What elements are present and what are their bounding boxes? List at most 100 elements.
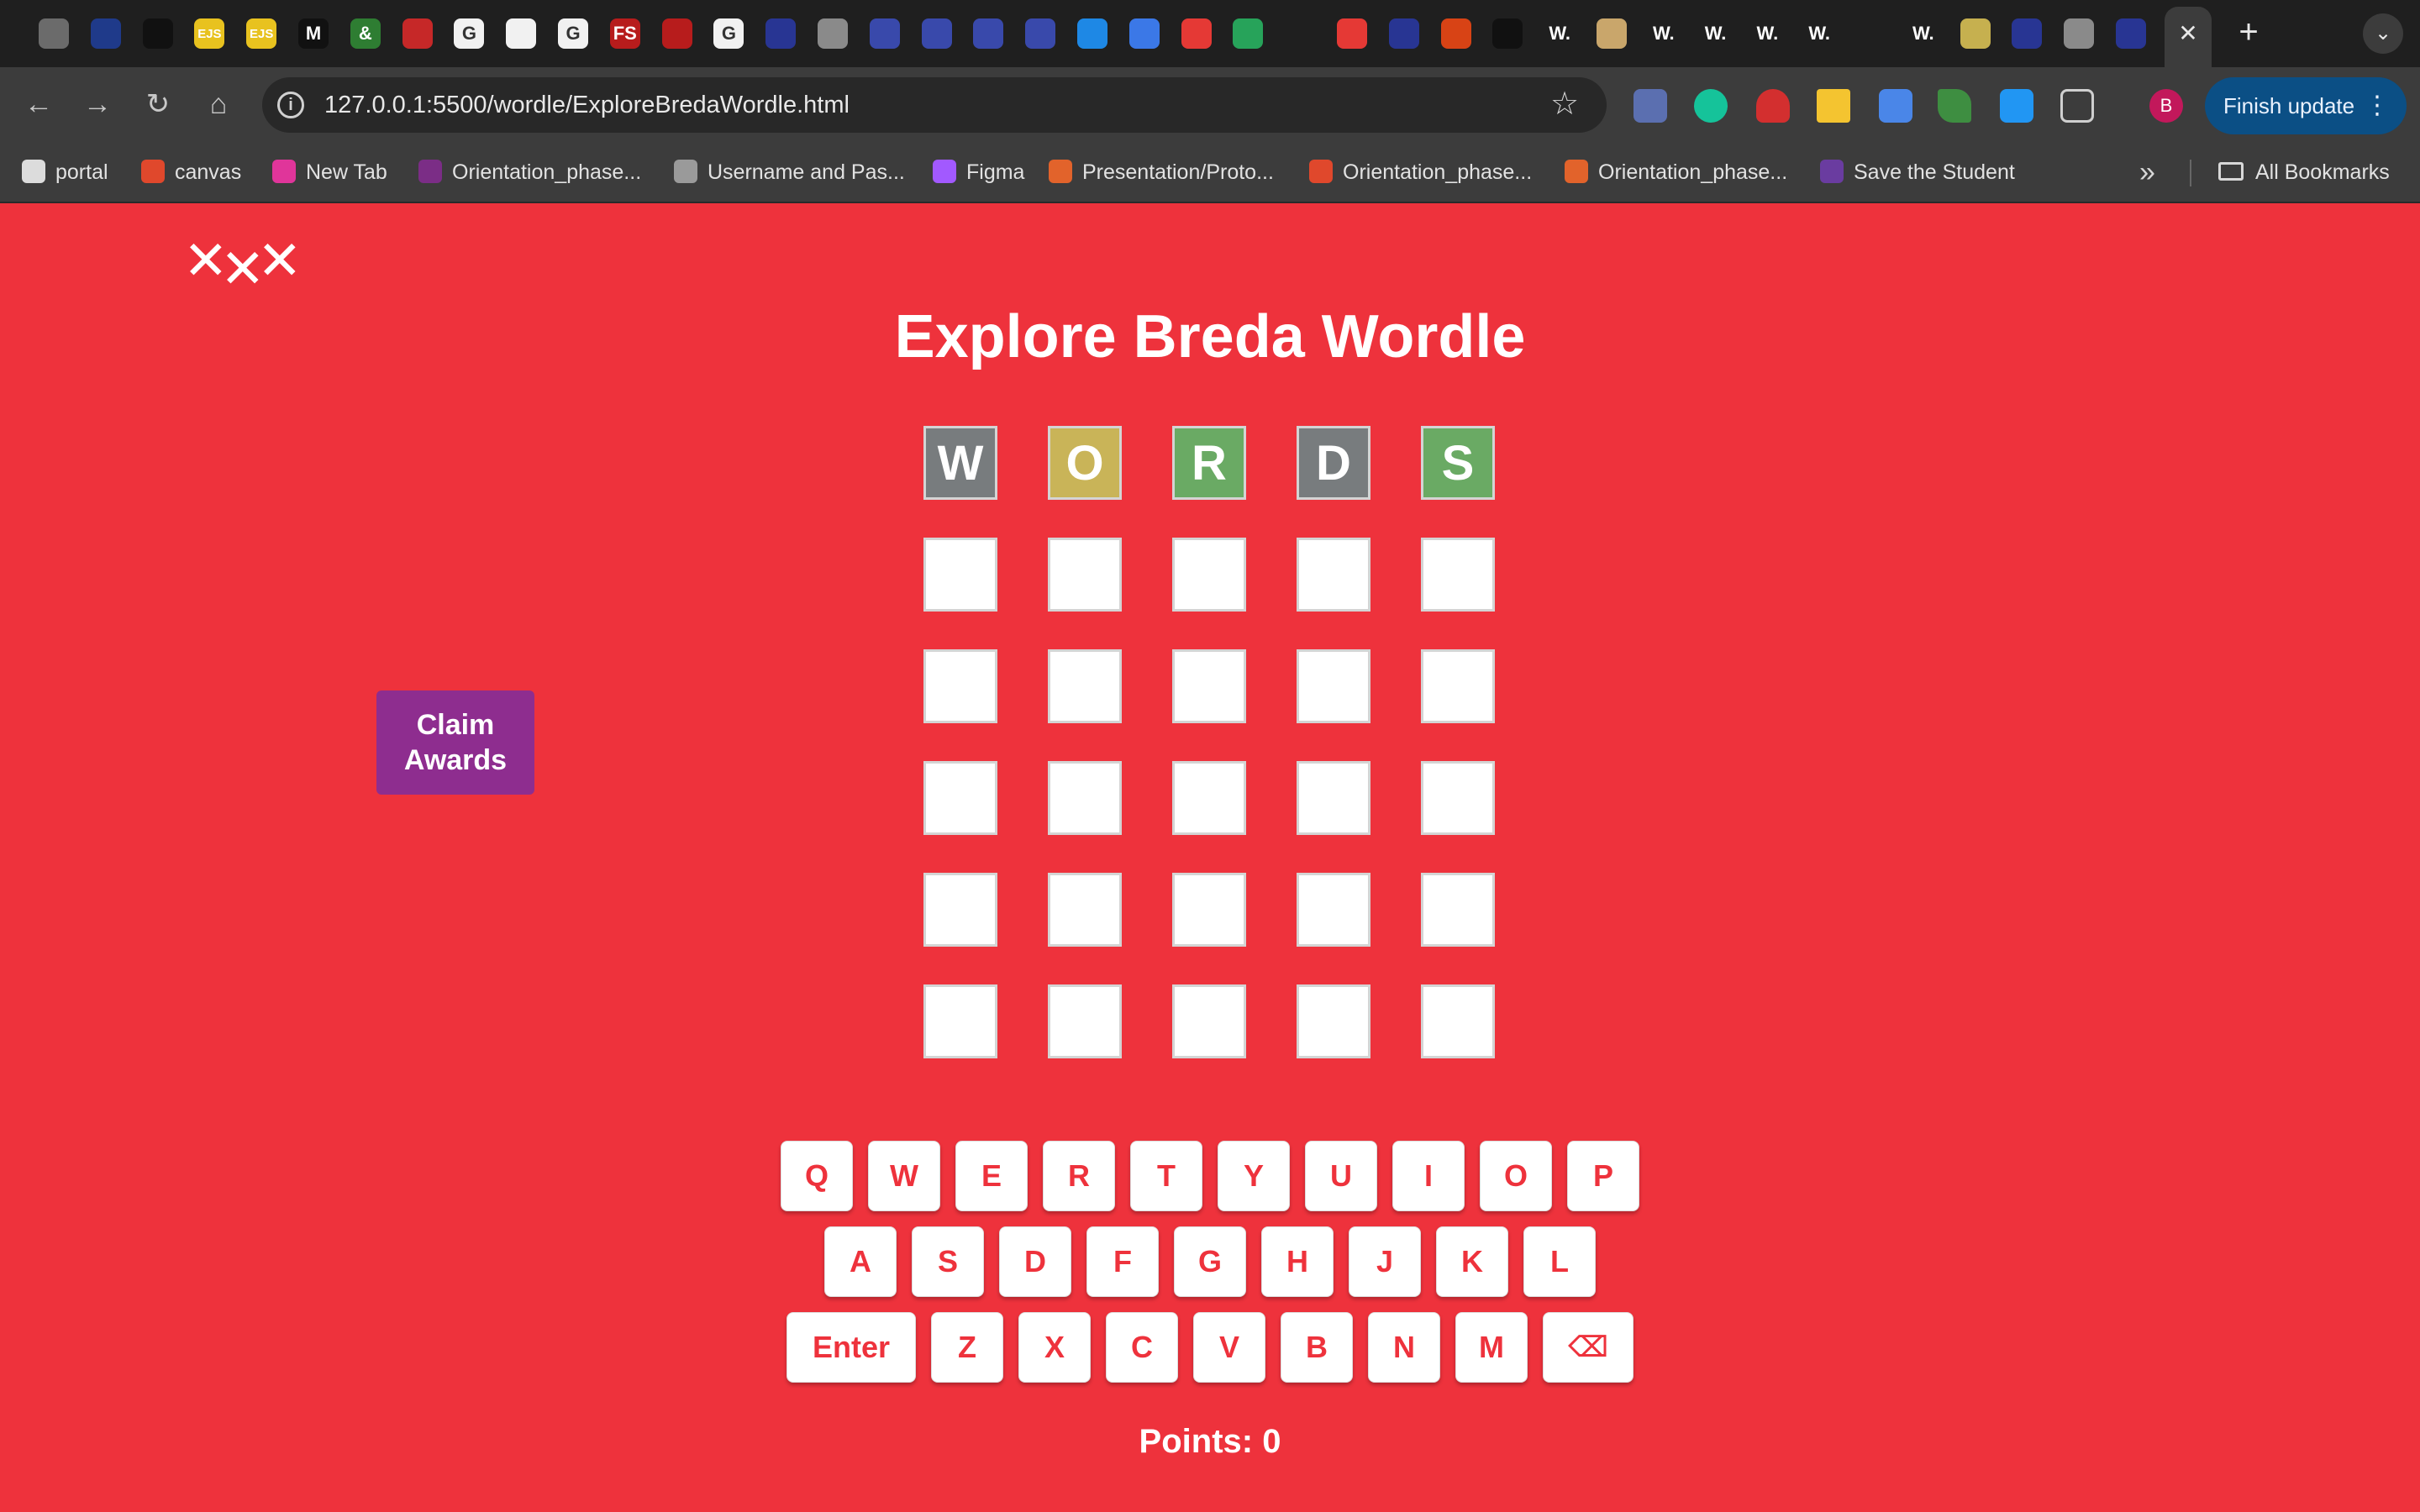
bookmark-star-icon[interactable]: ☆ <box>1548 87 1581 121</box>
key-d[interactable]: D <box>999 1226 1071 1297</box>
tab-favicon-icon[interactable] <box>1597 18 1627 49</box>
bookmark-item[interactable]: Save the Student <box>1820 156 2015 188</box>
key-b[interactable]: B <box>1281 1312 1353 1383</box>
tab-favicon-icon[interactable] <box>869 18 900 49</box>
key-i[interactable]: I <box>1392 1141 1465 1211</box>
tab-favicon-icon[interactable] <box>142 18 173 49</box>
tab-favicon-icon[interactable]: G <box>454 18 485 49</box>
tab-favicon-icon[interactable] <box>661 18 692 49</box>
translate-extension-icon[interactable] <box>1879 89 1912 123</box>
pencil-extension-icon[interactable] <box>1817 89 1850 123</box>
key-a[interactable]: A <box>824 1226 897 1297</box>
tab-favicon-icon[interactable] <box>765 18 797 49</box>
tab-favicon-icon[interactable] <box>1492 18 1523 49</box>
tab-favicon-icon[interactable] <box>1285 18 1315 49</box>
key-v[interactable]: V <box>1193 1312 1265 1383</box>
close-tab-icon[interactable]: ✕ <box>2176 22 2200 45</box>
grammarly-extension-icon[interactable] <box>1694 89 1728 123</box>
tab-favicon-icon[interactable]: W. <box>1908 18 1939 49</box>
tab-favicon-icon[interactable] <box>1128 18 1160 49</box>
bookmark-item[interactable]: portal <box>22 156 108 188</box>
key-o[interactable]: O <box>1480 1141 1552 1211</box>
tab-favicon-icon[interactable] <box>1181 18 1212 49</box>
enter-key[interactable]: Enter <box>786 1312 916 1383</box>
tab-favicon-icon[interactable] <box>2064 18 2095 49</box>
key-l[interactable]: L <box>1523 1226 1596 1297</box>
bookmark-item[interactable]: canvas <box>141 156 241 188</box>
key-x[interactable]: X <box>1018 1312 1091 1383</box>
tab-favicon-icon[interactable]: W. <box>1804 18 1834 49</box>
tab-favicon-icon[interactable] <box>90 18 121 49</box>
tab-favicon-icon[interactable] <box>1233 18 1264 49</box>
key-m[interactable]: M <box>1455 1312 1528 1383</box>
more-bookmarks-chevron-icon[interactable]: » <box>2139 156 2155 188</box>
extensions-puzzle-icon[interactable] <box>2060 89 2094 123</box>
tab-favicon-icon[interactable] <box>2116 18 2146 49</box>
key-s[interactable]: S <box>912 1226 984 1297</box>
address-bar[interactable]: i 127.0.0.1:5500/wordle/ExploreBredaWord… <box>262 77 1607 133</box>
bookmark-item[interactable]: Orientation_phase... <box>1309 156 1532 188</box>
bookmark-item[interactable]: New Tab <box>272 156 387 188</box>
key-c[interactable]: C <box>1106 1312 1178 1383</box>
key-t[interactable]: T <box>1130 1141 1202 1211</box>
more-menu-icon[interactable]: ⋮ <box>2365 77 2390 134</box>
tab-favicon-icon[interactable] <box>2012 18 2043 49</box>
backspace-key[interactable]: ⌫ <box>1543 1312 1634 1383</box>
key-y[interactable]: Y <box>1218 1141 1290 1211</box>
tab-search-icon[interactable]: ⌄ <box>2363 13 2403 54</box>
tab-favicon-icon[interactable]: W. <box>1752 18 1782 49</box>
tab-favicon-icon[interactable] <box>402 18 433 49</box>
tab-favicon-icon[interactable]: & <box>350 18 381 49</box>
download-icon[interactable] <box>2000 89 2033 123</box>
tab-favicon-icon[interactable]: FS <box>609 18 640 49</box>
tab-favicon-icon[interactable] <box>1388 18 1419 49</box>
claim-awards-button[interactable]: Claim Awards <box>376 690 534 795</box>
bookmark-item[interactable]: Figma <box>933 156 1024 188</box>
profile-avatar[interactable]: B <box>2149 89 2183 123</box>
tab-favicon-icon[interactable] <box>39 18 69 49</box>
key-u[interactable]: U <box>1305 1141 1377 1211</box>
back-arrow-icon[interactable]: ← <box>18 84 59 124</box>
home-icon[interactable]: ⌂ <box>198 84 239 124</box>
forward-arrow-icon[interactable]: → <box>77 84 118 124</box>
tab-favicon-icon[interactable] <box>1337 18 1367 49</box>
key-q[interactable]: Q <box>781 1141 853 1211</box>
tab-favicon-icon[interactable] <box>973 18 1004 49</box>
tab-favicon-icon[interactable]: EJS <box>246 18 277 49</box>
tab-favicon-icon[interactable] <box>1960 18 1991 49</box>
tab-favicon-icon[interactable]: G <box>558 18 588 49</box>
key-n[interactable]: N <box>1368 1312 1440 1383</box>
key-e[interactable]: E <box>955 1141 1028 1211</box>
key-g[interactable]: G <box>1174 1226 1246 1297</box>
tab-favicon-icon[interactable]: G <box>713 18 744 49</box>
key-h[interactable]: H <box>1261 1226 1334 1297</box>
tab-favicon-icon[interactable]: EJS <box>194 18 225 49</box>
key-f[interactable]: F <box>1086 1226 1159 1297</box>
tab-favicon-icon[interactable]: W. <box>1701 18 1731 49</box>
bookmark-item[interactable]: Orientation_phase... <box>1565 156 1787 188</box>
tab-favicon-icon[interactable]: M <box>298 18 329 49</box>
bookmark-item[interactable]: Presentation/Proto... <box>1049 156 1274 188</box>
tab-favicon-icon[interactable] <box>1025 18 1056 49</box>
url-text[interactable]: 127.0.0.1:5500/wordle/ExploreBredaWordle… <box>324 89 850 121</box>
reload-icon[interactable]: ↻ <box>138 84 178 124</box>
ghost-extension-icon[interactable] <box>1756 89 1790 123</box>
tab-favicon-icon[interactable] <box>1077 18 1107 49</box>
key-j[interactable]: J <box>1349 1226 1421 1297</box>
site-info-icon[interactable]: i <box>277 92 304 118</box>
new-tab-icon[interactable]: + <box>2232 15 2265 49</box>
calculator-extension-icon[interactable] <box>1634 89 1667 123</box>
tab-favicon-icon[interactable] <box>506 18 537 49</box>
key-k[interactable]: K <box>1436 1226 1508 1297</box>
key-w[interactable]: W <box>868 1141 940 1211</box>
finish-update-button[interactable]: Finish update ⋮ <box>2205 77 2407 134</box>
tab-favicon-icon[interactable]: W. <box>1649 18 1679 49</box>
key-z[interactable]: Z <box>931 1312 1003 1383</box>
tab-favicon-icon[interactable]: W. <box>1544 18 1575 49</box>
key-r[interactable]: R <box>1043 1141 1115 1211</box>
key-p[interactable]: P <box>1567 1141 1639 1211</box>
bookmark-item[interactable]: Username and Pas... <box>674 156 905 188</box>
leaf-extension-icon[interactable] <box>1938 89 1971 123</box>
all-bookmarks-button[interactable]: All Bookmarks <box>2218 156 2390 188</box>
tab-favicon-icon[interactable] <box>1440 18 1471 49</box>
